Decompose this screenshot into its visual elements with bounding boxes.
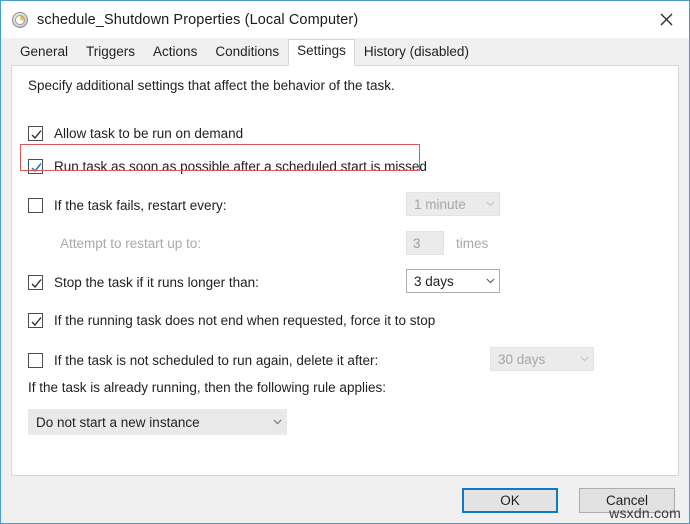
window-title: schedule_Shutdown Properties (Local Comp… bbox=[37, 11, 359, 28]
tab-actions[interactable]: Actions bbox=[144, 39, 207, 65]
row-allow-run-on-demand: Allow task to be run on demand bbox=[12, 122, 678, 144]
chevron-down-icon bbox=[482, 201, 499, 207]
row-stop-if-longer: Stop the task if it runs longer than: bbox=[12, 271, 678, 293]
checkbox-label-run-asap-missed: Run task as soon as possible after a sch… bbox=[54, 158, 427, 174]
combo-delete-after-duration-value: 30 days bbox=[498, 351, 546, 367]
checkbox-box bbox=[28, 352, 43, 368]
checkbox-label-delete-if-not-scheduled: If the task is not scheduled to run agai… bbox=[54, 352, 379, 368]
checkbox-stop-if-longer[interactable]: Stop the task if it runs longer than: bbox=[28, 274, 259, 290]
label-restart-attempts: Attempt to restart up to: bbox=[60, 236, 202, 251]
combo-delete-after-duration[interactable]: 30 days bbox=[490, 347, 594, 371]
title-bar: schedule_Shutdown Properties (Local Comp… bbox=[1, 1, 689, 38]
combo-restart-interval[interactable]: 1 minute bbox=[406, 192, 500, 216]
chevron-down-icon bbox=[576, 356, 593, 362]
combo-stop-duration[interactable]: 3 days bbox=[406, 269, 500, 293]
row-restart-on-fail: If the task fails, restart every: bbox=[12, 194, 678, 216]
chevron-down-icon bbox=[482, 278, 499, 284]
checkbox-restart-on-fail[interactable]: If the task fails, restart every: bbox=[28, 197, 227, 213]
tab-settings[interactable]: Settings bbox=[288, 39, 355, 66]
row-run-asap-missed: Run task as soon as possible after a sch… bbox=[12, 155, 678, 177]
tab-conditions[interactable]: Conditions bbox=[206, 39, 289, 65]
checkbox-label-allow-run-on-demand: Allow task to be run on demand bbox=[54, 125, 244, 141]
checkbox-label-stop-if-longer: Stop the task if it runs longer than: bbox=[54, 274, 259, 290]
tab-general[interactable]: General bbox=[11, 39, 78, 65]
close-icon[interactable] bbox=[644, 1, 689, 37]
checkbox-box bbox=[28, 274, 43, 290]
checkbox-box bbox=[28, 312, 43, 328]
input-restart-attempts[interactable]: 3 bbox=[406, 231, 444, 255]
ok-button[interactable]: OK bbox=[462, 488, 558, 513]
checkbox-box bbox=[28, 125, 43, 141]
label-already-running-rule: If the task is already running, then the… bbox=[28, 380, 386, 395]
checkbox-label-restart-on-fail: If the task fails, restart every: bbox=[54, 197, 227, 213]
checkbox-box bbox=[28, 197, 43, 213]
combo-already-running-rule[interactable]: Do not start a new instance bbox=[28, 409, 287, 435]
clock-icon bbox=[12, 11, 28, 28]
dialog-footer: OK Cancel wsxdn.com bbox=[1, 476, 689, 523]
checkbox-run-asap-missed[interactable]: Run task as soon as possible after a sch… bbox=[28, 158, 427, 174]
watermark: wsxdn.com bbox=[609, 505, 681, 521]
input-restart-attempts-value: 3 bbox=[413, 235, 421, 251]
chevron-down-icon bbox=[269, 419, 286, 425]
tab-triggers[interactable]: Triggers bbox=[77, 39, 145, 65]
combo-stop-duration-value: 3 days bbox=[414, 273, 454, 289]
checkbox-force-stop[interactable]: If the running task does not end when re… bbox=[28, 312, 436, 328]
settings-tab-panel: Specify additional settings that affect … bbox=[11, 65, 679, 476]
combo-restart-interval-value: 1 minute bbox=[414, 196, 466, 212]
settings-intro-text: Specify additional settings that affect … bbox=[28, 78, 395, 93]
combo-already-running-rule-value: Do not start a new instance bbox=[36, 414, 200, 430]
checkbox-delete-if-not-scheduled[interactable]: If the task is not scheduled to run agai… bbox=[28, 352, 379, 368]
label-restart-attempts-suffix: times bbox=[456, 236, 489, 251]
checkbox-label-force-stop: If the running task does not end when re… bbox=[54, 312, 436, 328]
tab-strip: General Triggers Actions Conditions Sett… bbox=[1, 38, 689, 66]
row-force-stop: If the running task does not end when re… bbox=[12, 309, 678, 331]
checkbox-allow-run-on-demand[interactable]: Allow task to be run on demand bbox=[28, 125, 244, 141]
tab-history[interactable]: History (disabled) bbox=[354, 39, 478, 65]
properties-window: schedule_Shutdown Properties (Local Comp… bbox=[0, 0, 690, 524]
checkbox-box bbox=[28, 158, 43, 174]
